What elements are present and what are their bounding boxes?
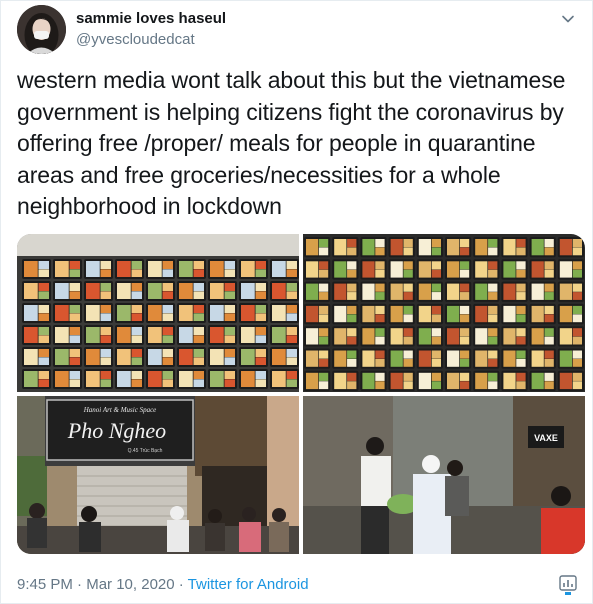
user-handle[interactable]: @yvescloudedcat xyxy=(76,31,195,48)
vaxe-sign: VAXE xyxy=(534,433,558,443)
display-name[interactable]: sammie loves haseul xyxy=(76,10,226,27)
sign-main: Pho Ngheo xyxy=(67,418,166,443)
sign-small-top: Hanoi Art & Music Space xyxy=(83,406,157,414)
tweet-time[interactable]: 9:45 PM xyxy=(17,576,73,593)
tweet-source-link[interactable]: Twitter for Android xyxy=(188,576,309,593)
media-grid: Hanoi Art & Music Space Pho Ngheo Q.45 T… xyxy=(17,234,585,554)
meta-separator: · xyxy=(72,576,87,593)
meal-boxes-photo-1[interactable] xyxy=(17,234,299,392)
avatar[interactable] xyxy=(17,5,66,54)
pho-ngheo-storefront-photo[interactable]: Hanoi Art & Music Space Pho Ngheo Q.45 T… xyxy=(17,396,299,554)
meal-boxes-photo-2[interactable] xyxy=(303,234,585,392)
chevron-down-icon[interactable] xyxy=(558,9,578,29)
analytics-icon[interactable] xyxy=(558,574,578,596)
sign-small-bottom: Q.45 Trùc Bạch xyxy=(128,448,163,454)
tweet-card: sammie loves haseul @yvescloudedcat west… xyxy=(0,0,593,604)
tweet-meta: 9:45 PM · Mar 10, 2020 · Twitter for And… xyxy=(17,576,309,593)
tweet-date[interactable]: Mar 10, 2020 xyxy=(86,576,174,593)
tweet-header: sammie loves haseul @yvescloudedcat xyxy=(17,5,578,54)
meta-separator: · xyxy=(174,576,188,593)
tweet-text: western media wont talk about this but t… xyxy=(17,67,566,219)
grocery-handout-photo[interactable]: VAXE xyxy=(303,396,585,554)
